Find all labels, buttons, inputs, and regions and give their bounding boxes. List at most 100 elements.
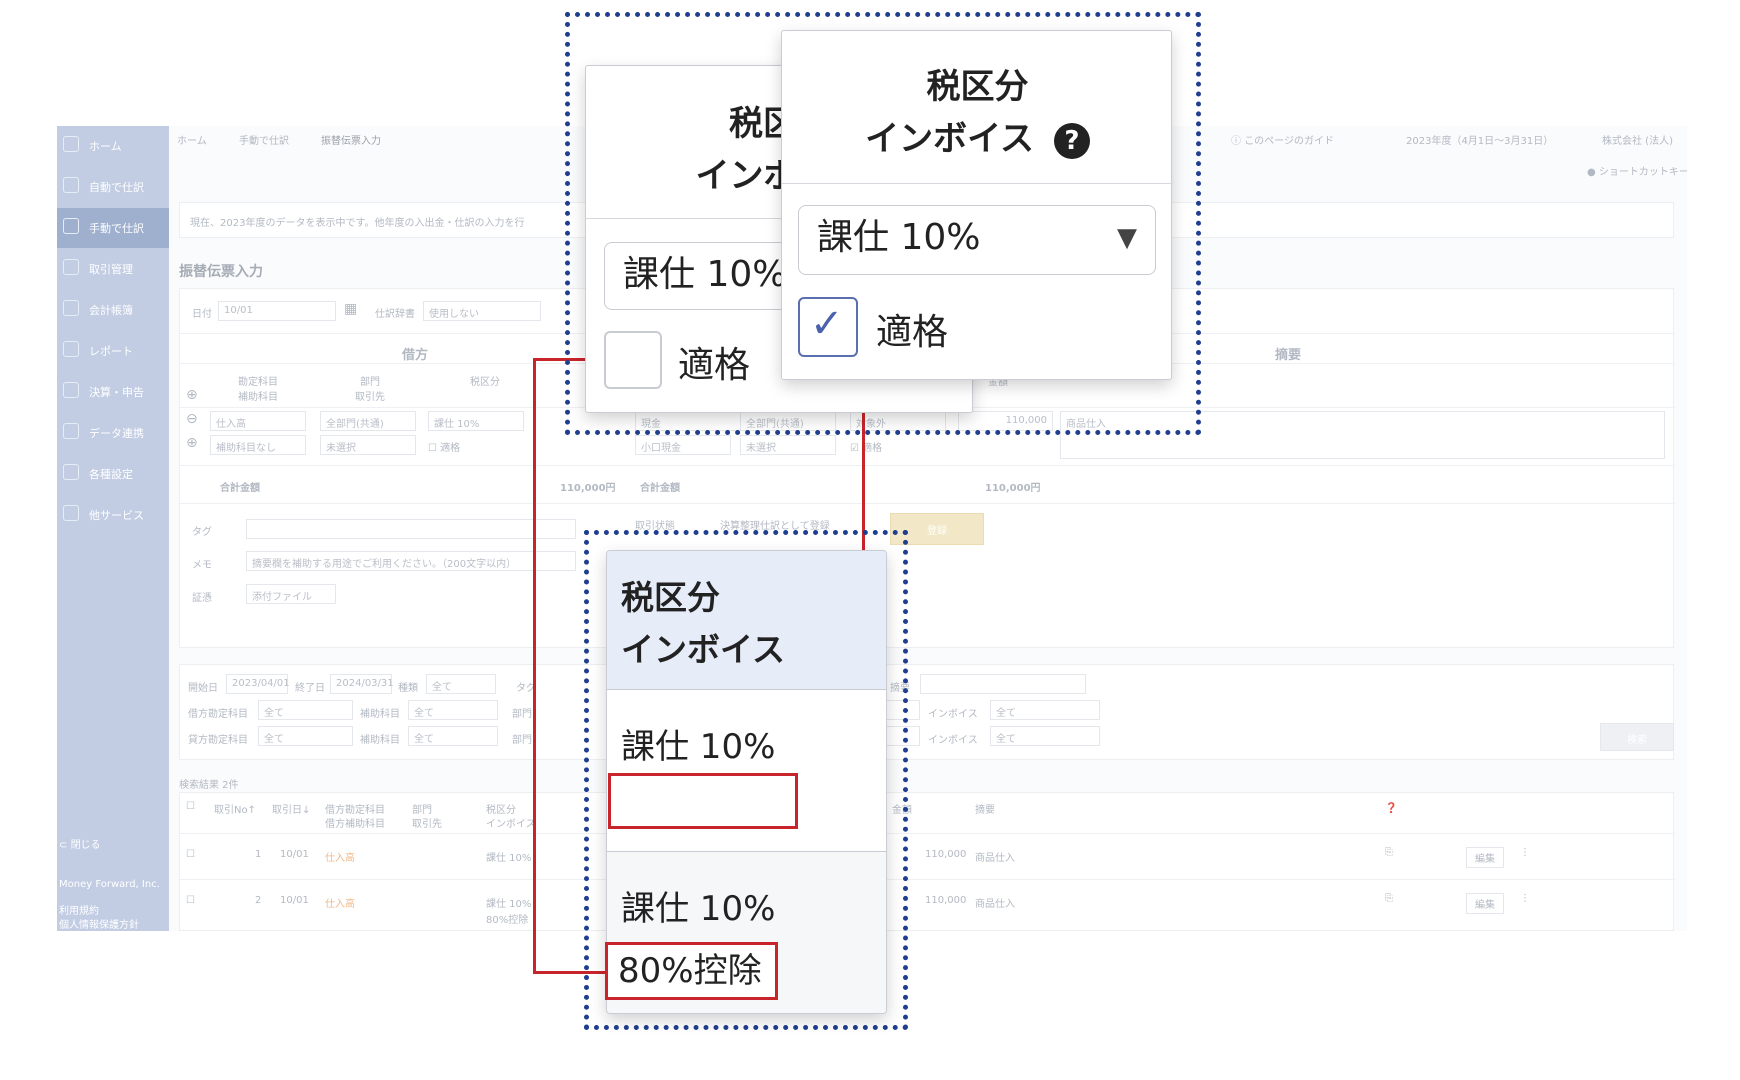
row-checkbox[interactable]: ☐ [186, 849, 195, 860]
calendar-icon[interactable]: ▦ [344, 301, 357, 317]
chevron-left-icon: ⊂ [59, 840, 71, 851]
search-credit-sub-select[interactable]: 全て [408, 726, 498, 746]
row-checkbox[interactable]: ☐ [186, 895, 195, 906]
edit-button[interactable]: 編集 [1466, 847, 1504, 868]
ledger-icon [63, 300, 79, 316]
row-tax: 課仕 10% [486, 899, 532, 910]
row-account[interactable]: 仕入高 [325, 849, 355, 864]
debit-account-select[interactable]: 仕入高 [210, 411, 306, 431]
debit-sub-label: 補助科目 [360, 709, 400, 720]
add-row-icon-2[interactable]: ⊕ [186, 435, 198, 451]
invoice-eligible-label: 適格 [678, 345, 751, 386]
shortcut-key-link[interactable]: ● ショートカットキー [1587, 163, 1687, 178]
total-label-debit: 合計金額 [220, 483, 260, 494]
debit-account-label: 借方勘定科目 [188, 709, 248, 720]
column-title-tax: 税区分 [621, 578, 720, 617]
tax-category-value: 課仕 10% [817, 217, 981, 258]
terms-link[interactable]: 利用規約 [59, 902, 99, 917]
debit-partner-select[interactable]: 未選択 [320, 435, 416, 455]
add-row-icon[interactable]: ⊕ [186, 387, 198, 403]
debit-dept-select[interactable]: 全部門(共通) [320, 411, 416, 431]
sidebar-item-data-link[interactable]: データ連携 [57, 413, 169, 453]
date-input[interactable]: 10/01 [218, 301, 336, 321]
company-name: Money Forward, Inc. [59, 879, 160, 890]
invoice-eligible-checkbox[interactable]: ✓ [798, 297, 858, 357]
row-tax-deduction: 80%控除 [486, 915, 529, 926]
invoice-eligible-label: 適格 [876, 312, 949, 353]
sidebar-item-transactions[interactable]: 取引管理 [57, 249, 169, 289]
sidebar-item-label: 会計帳簿 [89, 304, 133, 317]
header-debit-sub: 借方補助科目 [325, 819, 385, 830]
guide-link[interactable]: ⓘ このページのガイド [1231, 132, 1334, 147]
sidebar-close-button[interactable]: ⊂ 閉じる [59, 836, 101, 851]
chevron-down-icon: ▼ [1117, 223, 1137, 253]
tag-label: タグ [192, 527, 212, 538]
tax-category-select[interactable]: 課仕 10% ▼ [798, 205, 1156, 275]
breadcrumb-home[interactable]: ホーム [177, 132, 207, 147]
search-debit-sub-select[interactable]: 全て [408, 700, 498, 720]
search-button[interactable]: 検索 [1600, 723, 1674, 751]
row-account[interactable]: 仕入高 [325, 895, 355, 910]
col-account: 勘定科目 [238, 377, 278, 388]
header-no[interactable]: 取引No↑ [214, 801, 256, 816]
search-invoice-select-2[interactable]: 全て [990, 726, 1100, 746]
sidebar-item-settings[interactable]: 各種設定 [57, 454, 169, 494]
privacy-link[interactable]: 個人情報保護方針 [59, 916, 139, 931]
credit-partner-select[interactable]: 未選択 [740, 435, 836, 455]
card-title-invoice: インボイス [865, 119, 1035, 159]
help-icon[interactable]: ❓ [1385, 803, 1397, 814]
report-icon [63, 341, 79, 357]
sidebar-item-ledger[interactable]: 会計帳簿 [57, 290, 169, 330]
company-selector[interactable]: 株式会社 (法人) [1602, 132, 1673, 147]
col-tax: 税区分 [470, 377, 500, 388]
header-invoice: インボイス [486, 819, 536, 830]
debit-header: 借方 [402, 348, 429, 363]
header-date[interactable]: 取引日↓ [272, 801, 310, 816]
edit-button[interactable]: 編集 [1466, 893, 1504, 914]
attachment-icon[interactable]: ⎘ [1385, 847, 1393, 858]
sidebar-item-report[interactable]: レポート [57, 331, 169, 371]
sidebar-item-services[interactable]: 他サービス [57, 495, 169, 535]
breadcrumb-manual[interactable]: 手動で仕訳 [239, 132, 289, 147]
credit-sub-select[interactable]: 小口現金 [635, 435, 731, 455]
kind-select[interactable]: 全て [426, 674, 496, 694]
sidebar-item-manual-entry[interactable]: 手動で仕訳 [57, 208, 169, 248]
sidebar-item-label: 他サービス [89, 509, 144, 522]
sidebar-item-settlement[interactable]: 決算・申告 [57, 372, 169, 412]
fiscal-year-selector[interactable]: 2023年度（4月1日〜3月31日） [1406, 132, 1553, 147]
end-date-input[interactable]: 2024/03/31 [330, 674, 394, 694]
end-date-label: 終了日 [295, 683, 325, 694]
page-title: 振替伝票入力 [179, 264, 263, 280]
total-label-credit: 合計金額 [640, 483, 680, 494]
start-date-input[interactable]: 2023/04/01 [226, 674, 290, 694]
search-summary-input[interactable] [920, 674, 1086, 694]
select-all-checkbox[interactable]: ☐ [186, 801, 195, 812]
sidebar-item-home[interactable]: ホーム [57, 126, 169, 166]
remove-row-icon[interactable]: ⊖ [186, 411, 198, 427]
start-date-label: 開始日 [188, 683, 218, 694]
more-menu-icon[interactable]: ⋮ [1520, 893, 1530, 904]
check-icon: ✓ [810, 301, 844, 347]
notice-text: 現在、2023年度のデータを表示中です。他年度の入出金・仕訳の入力を行 [190, 218, 525, 229]
connector-line [533, 358, 536, 974]
debit-tax-select[interactable]: 課仕 10% [428, 411, 524, 431]
more-menu-icon[interactable]: ⋮ [1520, 847, 1530, 858]
debit-sub-select[interactable]: 補助科目なし [210, 435, 306, 455]
search-panel: 開始日 2023/04/01 終了日 2024/03/31 種類 全て タグ 摘… [179, 664, 1674, 760]
search-invoice-select[interactable]: 全て [990, 700, 1100, 720]
memo-input[interactable]: 摘要欄を補助する用途でご利用ください。（200文字以内） [246, 551, 576, 571]
debit-invoice-checkbox[interactable]: ☐ 適格 [428, 439, 460, 454]
tag-input[interactable] [246, 519, 576, 539]
dict-select[interactable]: 使用しない [423, 301, 541, 321]
search-credit-account-select[interactable]: 全て [258, 726, 353, 746]
attach-file-button[interactable]: 添付ファイル [246, 584, 336, 604]
row-no: 1 [255, 849, 262, 860]
attachment-icon[interactable]: ⎘ [1385, 893, 1393, 904]
sidebar-item-auto-entry[interactable]: 自動で仕訳 [57, 167, 169, 207]
results-count: 検索結果 2件 [179, 780, 239, 791]
invoice-eligible-checkbox[interactable] [604, 331, 662, 389]
question-circle-icon[interactable]: ? [1053, 122, 1090, 159]
credit-invoice-checkbox[interactable]: ☑ 適格 [850, 439, 882, 454]
search-debit-account-select[interactable]: 全て [258, 700, 353, 720]
sidebar-item-label: データ連携 [89, 427, 144, 440]
